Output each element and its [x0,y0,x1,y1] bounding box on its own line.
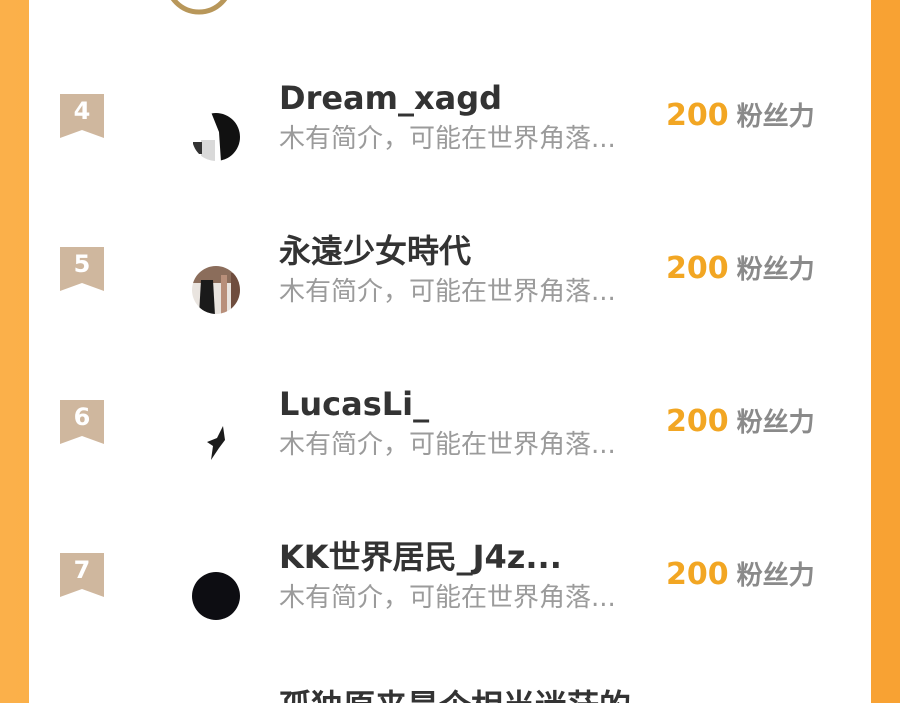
user-name: LucasLi_ [279,385,430,423]
avatar[interactable] [191,265,241,315]
fan-power-unit: 粉丝力 [736,102,815,132]
rank-badge: 6 [60,400,104,444]
user-name: 永遠少女時代 [279,232,472,270]
rank-number: 6 [73,403,91,431]
fan-power: 200 粉丝力 [666,404,815,444]
rank-number: 7 [73,556,91,584]
user-description: 木有简介，可能在世界角落... [279,583,616,613]
medal-icon [149,0,249,16]
fan-power-unit: 粉丝力 [736,408,815,438]
rank-number: 4 [73,97,91,125]
user-name: 孤独原来是个相当迷茫的 [279,686,631,703]
ranking-row[interactable]: 7 KK世界居民_J4z... 木有简介，可能在世界角落... 200 粉丝力 [29,538,871,703]
avatar[interactable] [191,418,241,468]
fan-power: 200 粉丝力 [666,98,815,138]
avatar[interactable] [191,112,241,162]
rank-badge: 5 [60,247,104,291]
rank-number: 5 [73,250,91,278]
ranking-row[interactable]: 4 Dream_xagd 木有简介，可能在世界角落... 200 粉丝力 [29,79,871,247]
fan-power-value: 200 [666,98,729,133]
fan-power-value: 200 [666,404,729,439]
user-description: 木有简介，可能在世界角落... [279,277,616,307]
fan-power: 200 粉丝力 [666,557,815,597]
ranking-row[interactable]: 6 LucasLi_ 木有简介，可能在世界角落... 200 粉丝力 [29,385,871,553]
user-description: 木有简介，可能在世界角落... [279,430,616,460]
fan-power-value: 200 [666,557,729,592]
ranking-panel: 4 Dream_xagd 木有简介，可能在世界角落... 200 粉丝力 5 永… [29,0,871,703]
ranking-row[interactable]: 5 永遠少女時代 木有简介，可能在世界角落... 200 粉丝力 [29,232,871,400]
fan-power-unit: 粉丝力 [736,561,815,591]
user-description: 木有简介，可能在世界角落... [279,124,616,154]
user-name: KK世界居民_J4z... [279,538,562,576]
rank-badge: 4 [60,94,104,138]
fan-power-value: 200 [666,251,729,286]
rank-badge: 7 [60,553,104,597]
fan-power-unit: 粉丝力 [736,255,815,285]
avatar[interactable] [191,571,241,621]
fan-power: 200 粉丝力 [666,251,815,291]
user-name: Dream_xagd [279,79,503,117]
